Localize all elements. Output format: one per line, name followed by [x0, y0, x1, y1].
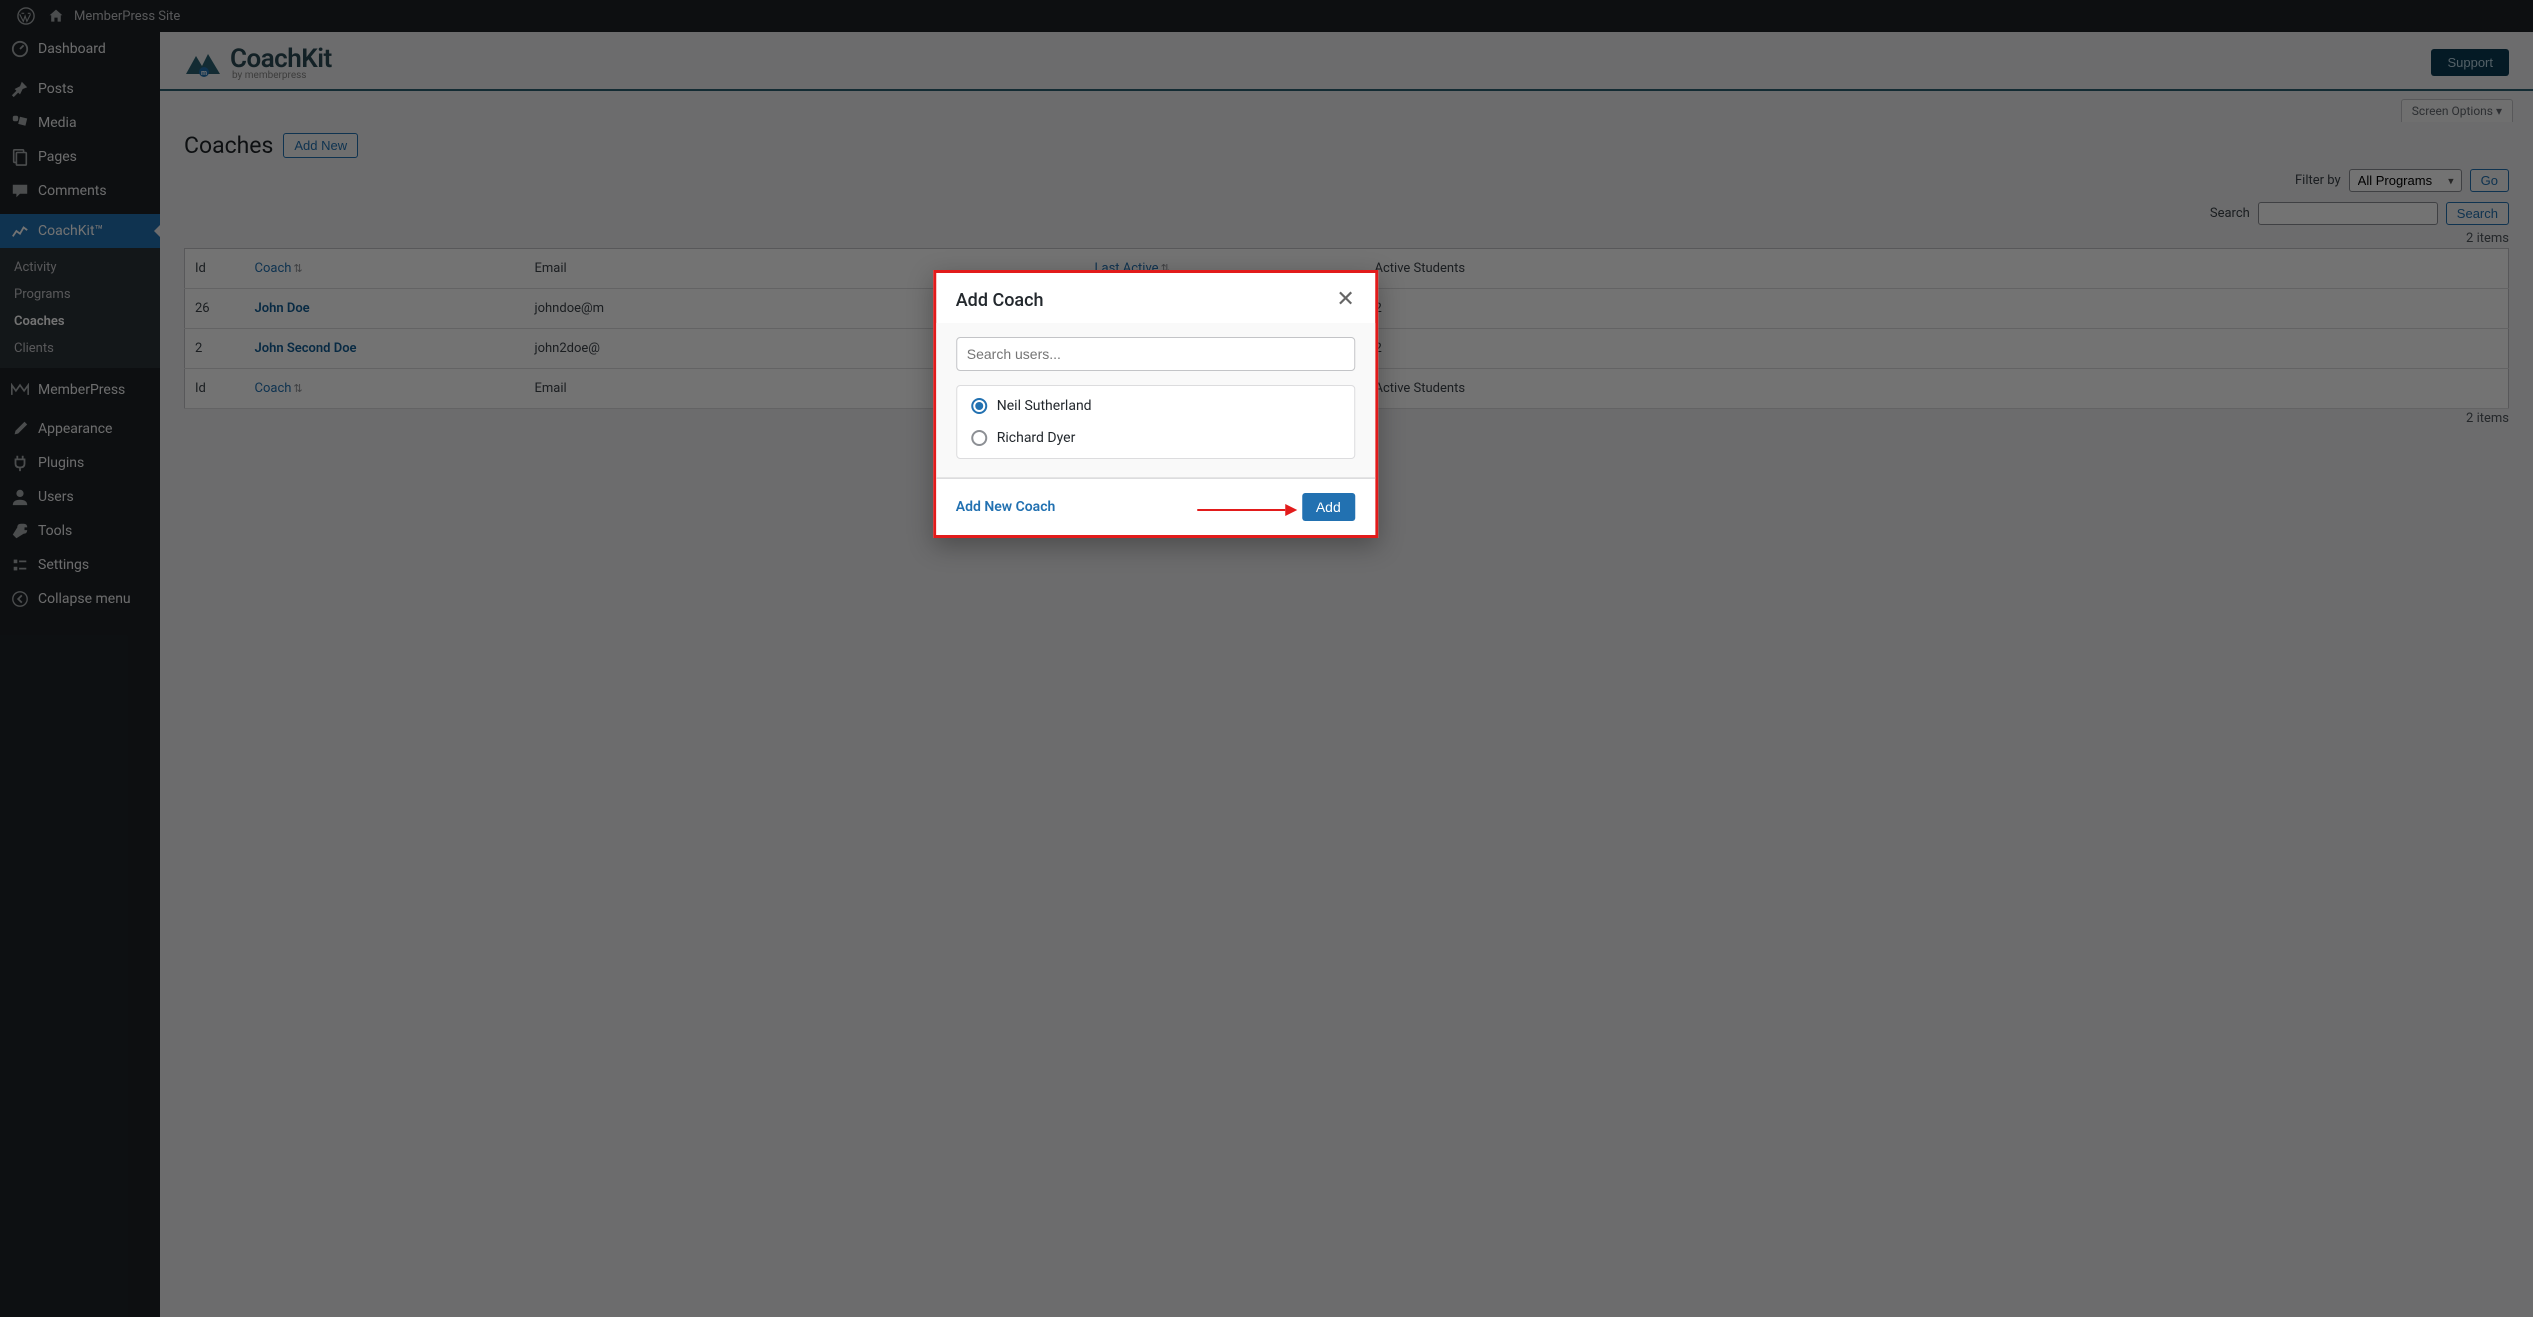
modal-header: Add Coach ✕: [936, 273, 1375, 323]
modal-title: Add Coach: [956, 290, 1044, 311]
user-name: Richard Dyer: [997, 430, 1076, 446]
add-new-coach-link[interactable]: Add New Coach: [956, 499, 1056, 515]
modal-backdrop[interactable]: [0, 0, 2533, 1317]
radio-icon: [971, 430, 987, 446]
radio-icon: [971, 398, 987, 414]
user-list: Neil Sutherland Richard Dyer: [956, 385, 1355, 459]
user-option[interactable]: Neil Sutherland: [957, 390, 1354, 422]
user-option[interactable]: Richard Dyer: [957, 422, 1354, 454]
close-icon[interactable]: ✕: [1336, 289, 1354, 311]
add-coach-modal: Add Coach ✕ Neil Sutherland Richard Dyer…: [933, 270, 1378, 538]
add-button[interactable]: Add: [1302, 493, 1355, 521]
modal-footer: Add New Coach Add: [936, 478, 1375, 535]
modal-body: Neil Sutherland Richard Dyer: [936, 323, 1375, 478]
search-users-input[interactable]: [956, 337, 1355, 371]
user-name: Neil Sutherland: [997, 398, 1092, 414]
